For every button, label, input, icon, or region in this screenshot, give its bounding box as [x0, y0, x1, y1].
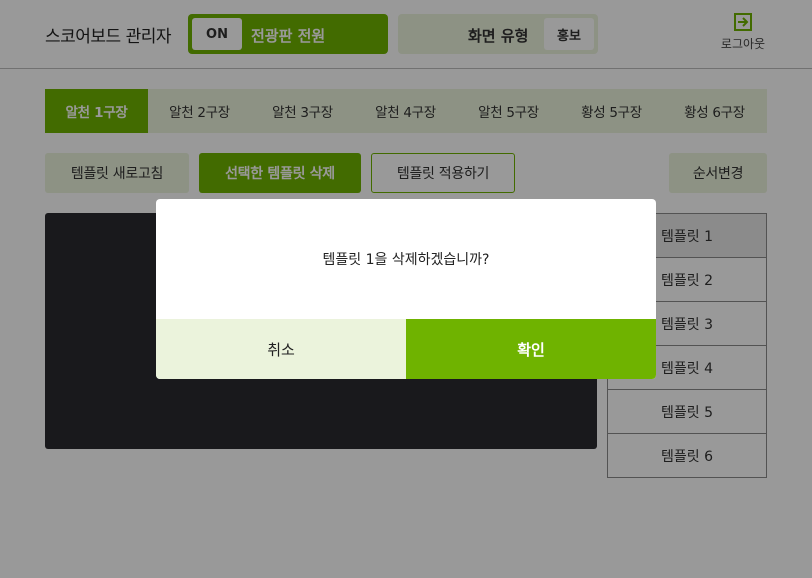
cancel-button[interactable]: 취소 — [156, 319, 406, 379]
confirm-button[interactable]: 확인 — [406, 319, 656, 379]
delete-confirm-dialog: 템플릿 1을 삭제하겠습니까? 취소 확인 — [156, 199, 656, 379]
dialog-message: 템플릿 1을 삭제하겠습니까? — [322, 252, 490, 268]
